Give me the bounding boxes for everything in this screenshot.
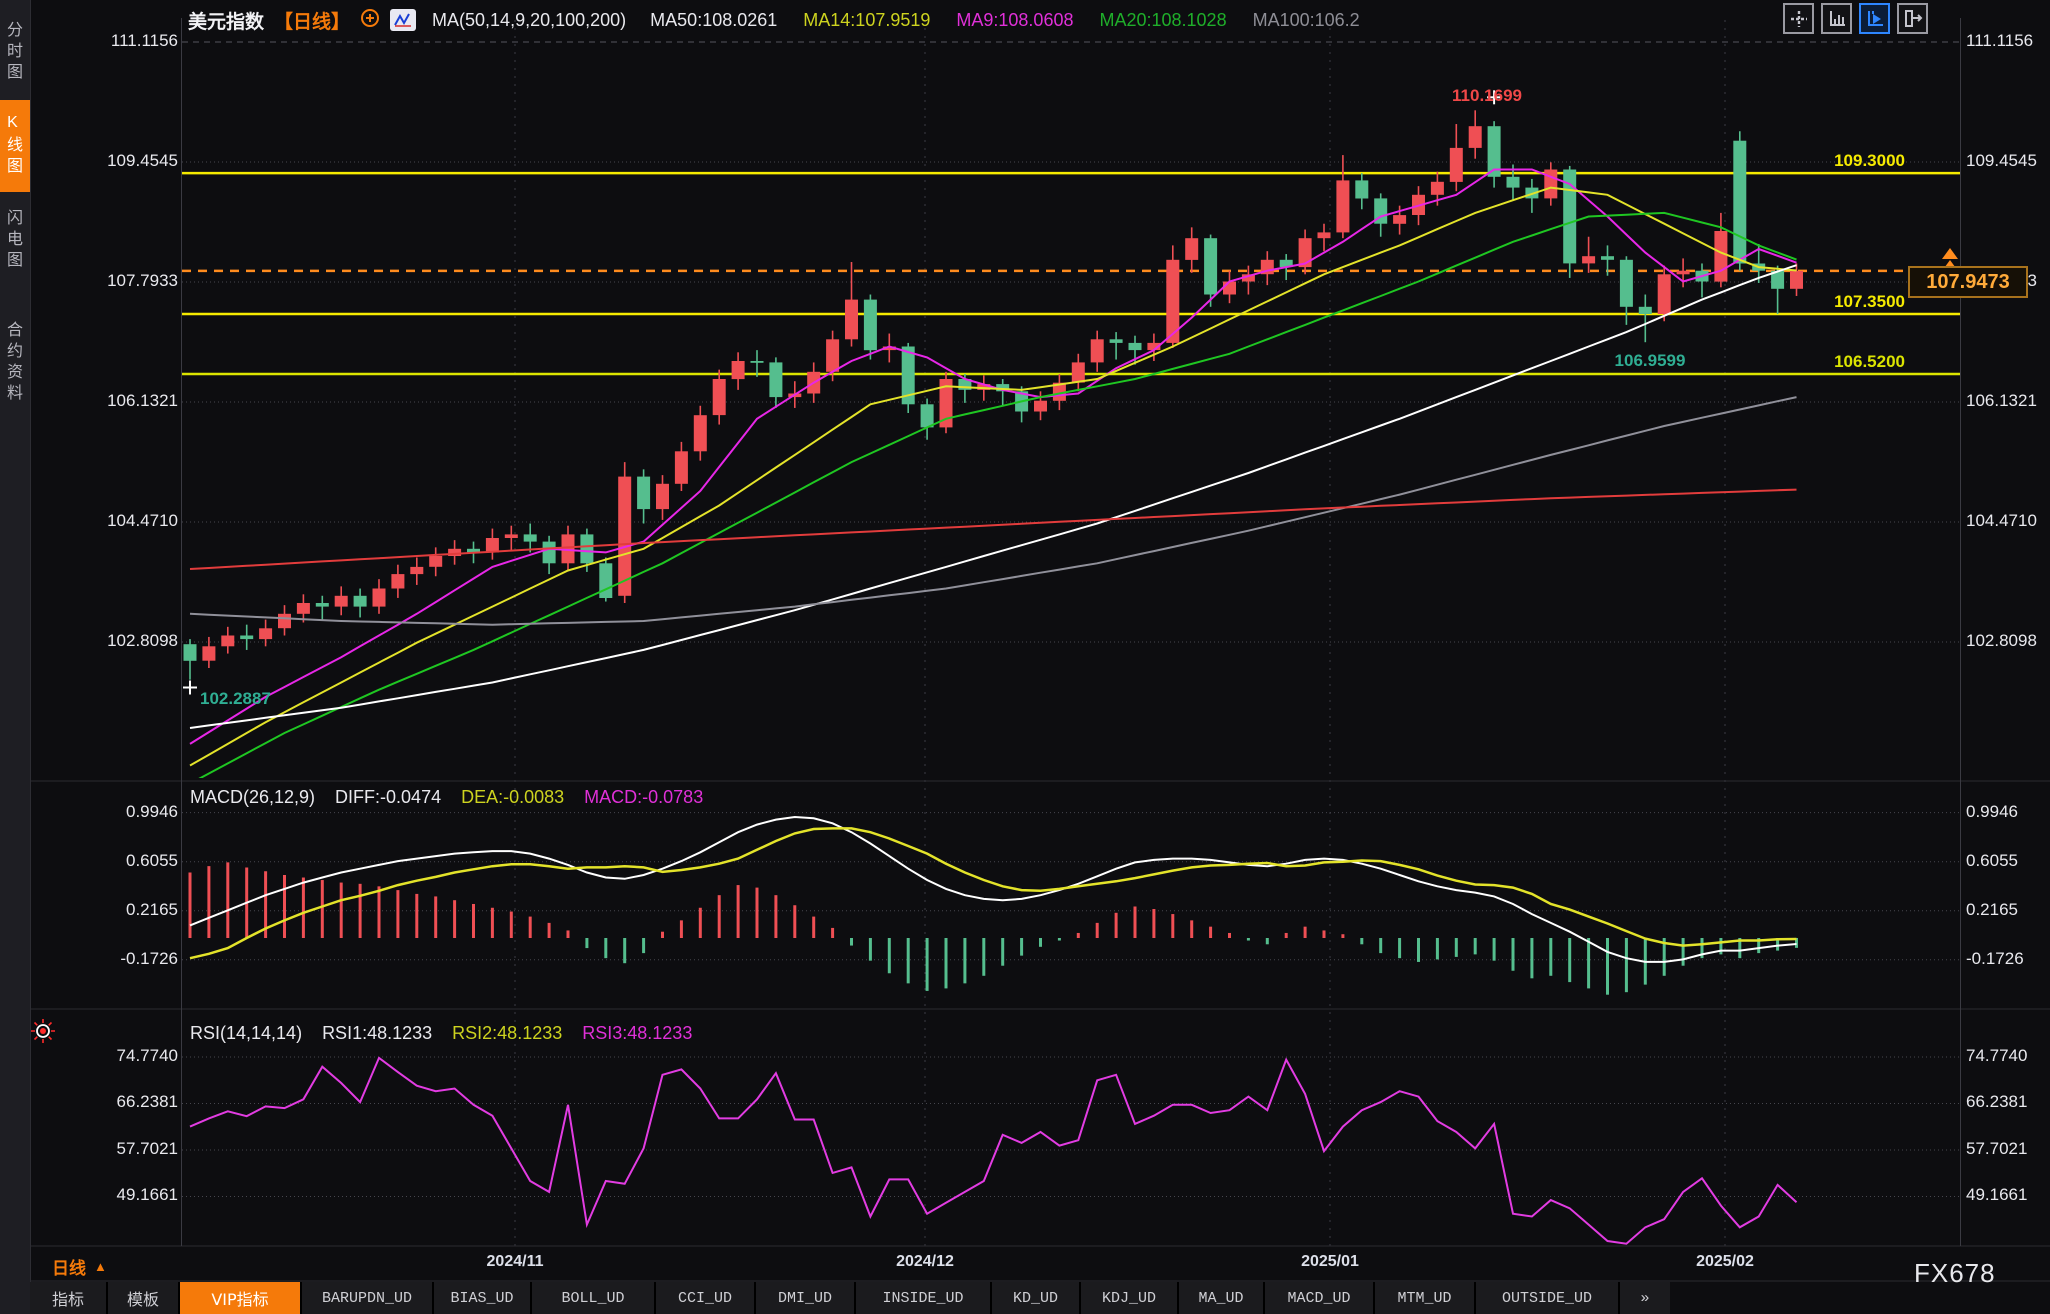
time-axis-month-4: 2025/02	[1696, 1253, 1754, 1271]
sidebar-item-4[interactable]: 合约资料	[0, 296, 30, 430]
ma-value-2: MA14:107.9519	[803, 10, 930, 31]
indicator-tab-7[interactable]: CCI_UD	[656, 1282, 754, 1314]
period-tag[interactable]: 【日线】	[274, 7, 350, 34]
alert-sun-icon[interactable]	[30, 1018, 56, 1049]
macd-axis-label-left: 0.2165	[30, 900, 178, 920]
indicator-tab-14[interactable]: MTM_UD	[1375, 1282, 1474, 1314]
ma-value-3: MA9:108.0608	[956, 10, 1073, 31]
macd-axis-label-left: 0.9946	[30, 802, 178, 822]
rsi3-value: RSI3:48.1233	[582, 1023, 692, 1044]
chart-toolbar	[1783, 3, 1928, 34]
current-price-tag: 107.9473	[1908, 266, 2028, 298]
indicator-tab-2[interactable]: 模板	[108, 1282, 178, 1314]
main-axis-label-right: 111.1156	[1966, 31, 2033, 51]
indicator-tab-5[interactable]: BIAS_UD	[434, 1282, 530, 1314]
time-axis-month-2: 2024/12	[896, 1253, 954, 1271]
main-axis-label-left: 109.4545	[30, 151, 178, 171]
main-axis-label-left: 106.1321	[30, 391, 178, 411]
macd-axis-label-left: -0.1726	[30, 949, 178, 969]
indicator-tab-bar: 指标模板VIP指标BARUPDN_UDBIAS_UDBOLL_UDCCI_UDD…	[30, 1282, 1670, 1314]
price-annotation-1: 110.1699	[1452, 86, 1522, 106]
rsi-title: RSI(14,14,14)	[190, 1023, 302, 1044]
rsi-axis-label-right: 57.7021	[1966, 1139, 2027, 1159]
main-axis-label-left: 111.1156	[30, 31, 178, 51]
axis-scale-icon[interactable]	[1821, 3, 1852, 34]
crosshair-move-icon[interactable]	[1783, 3, 1814, 34]
chart-type-icon[interactable]	[390, 9, 416, 31]
period-badge[interactable]: 日线 ▲	[52, 1254, 107, 1279]
macd-axis-label-right: 0.6055	[1966, 851, 2018, 871]
ma-value-1: MA50:108.0261	[650, 10, 777, 31]
exit-right-icon[interactable]	[1897, 3, 1928, 34]
indicator-tab-6[interactable]: BOLL_UD	[532, 1282, 654, 1314]
macd-header: MACD(26,12,9) DIFF:-0.0474 DEA:-0.0083 M…	[190, 787, 703, 808]
indicator-tab-4[interactable]: BARUPDN_UD	[302, 1282, 432, 1314]
rsi-axis-label-right: 74.7740	[1966, 1046, 2027, 1066]
rsi2-value: RSI2:48.1233	[452, 1023, 562, 1044]
sidebar-item-2[interactable]: K线图	[0, 100, 30, 192]
chart-header: 美元指数 【日线】 MA(50,14,9,20,100,200) MA50:10…	[188, 7, 1360, 33]
macd-axis-label-right: -0.1726	[1966, 949, 2024, 969]
left-sidebar: 分时图K线图闪电图合约资料	[0, 0, 31, 1314]
macd-value: MACD:-0.0783	[584, 787, 703, 808]
main-axis-label-right: 106.1321	[1966, 391, 2037, 411]
time-axis-month-3: 2025/01	[1301, 1253, 1359, 1271]
add-indicator-icon[interactable]	[360, 8, 380, 33]
main-axis-label-right: 102.8098	[1966, 631, 2037, 651]
main-axis-label-right: 104.4710	[1966, 511, 2037, 531]
rsi1-value: RSI1:48.1233	[322, 1023, 432, 1044]
indicator-tab-13[interactable]: MACD_UD	[1265, 1282, 1373, 1314]
time-axis-month-1: 2024/11	[487, 1253, 544, 1271]
main-axis-label-left: 107.7933	[30, 271, 178, 291]
macd-axis-label-right: 0.2165	[1966, 900, 2018, 920]
symbol-name: 美元指数	[188, 7, 264, 34]
rsi-axis-label-right: 66.2381	[1966, 1092, 2027, 1112]
rsi-axis-label-left: 49.1661	[30, 1185, 178, 1205]
main-axis-label-left: 104.4710	[30, 511, 178, 531]
macd-axis-label-right: 0.9946	[1966, 802, 2018, 822]
indicator-tab-15[interactable]: OUTSIDE_UD	[1476, 1282, 1618, 1314]
triangle-up-icon: ▲	[94, 1259, 107, 1274]
trading-app-window: 分时图K线图闪电图合约资料 美元指数 【日线】 MA(50,14,9,20,10…	[0, 0, 2050, 1314]
main-axis-label-right: 109.4545	[1966, 151, 2037, 171]
indicator-tab-3[interactable]: VIP指标	[180, 1282, 300, 1314]
macd-axis-label-left: 0.6055	[30, 851, 178, 871]
sidebar-item-1[interactable]: 分时图	[0, 6, 30, 98]
rsi-axis-label-left: 74.7740	[30, 1046, 178, 1066]
price-annotation-3: 106.9599	[1615, 351, 1686, 371]
rsi-axis-label-left: 66.2381	[30, 1092, 178, 1112]
indicator-tab-11[interactable]: KDJ_UD	[1081, 1282, 1177, 1314]
ma-settings: MA(50,14,9,20,100,200)	[432, 10, 626, 31]
macd-dea-value: DEA:-0.0083	[461, 787, 564, 808]
indicator-tab-10[interactable]: KD_UD	[992, 1282, 1079, 1314]
indicator-tab-12[interactable]: MA_UD	[1179, 1282, 1263, 1314]
rsi-axis-label-left: 57.7021	[30, 1139, 178, 1159]
indicator-tab-16[interactable]: »	[1620, 1282, 1670, 1314]
price-line-label-2: 107.3500	[1705, 292, 1905, 312]
price-annotation-2: 102.2887	[200, 689, 271, 709]
axis-play-icon[interactable]	[1859, 3, 1890, 34]
price-line-label-3: 106.5200	[1705, 352, 1905, 372]
rsi-header: RSI(14,14,14) RSI1:48.1233 RSI2:48.1233 …	[190, 1023, 692, 1044]
indicator-tab-8[interactable]: DMI_UD	[756, 1282, 854, 1314]
main-axis-label-left: 102.8098	[30, 631, 178, 651]
watermark: FX678	[1914, 1258, 1996, 1289]
ma-values: MA50:108.0261 MA14:107.9519 MA9:108.0608 MA…	[650, 10, 1360, 31]
period-badge-label: 日线	[52, 1254, 86, 1279]
ma-value-5: MA100:106.2	[1253, 10, 1360, 31]
indicator-tab-1[interactable]: 指标	[30, 1282, 106, 1314]
macd-title: MACD(26,12,9)	[190, 787, 315, 808]
rsi-axis-label-right: 49.1661	[1966, 1185, 2027, 1205]
sidebar-item-3[interactable]: 闪电图	[0, 194, 30, 286]
price-line-label-1: 109.3000	[1705, 151, 1905, 171]
chart-canvas[interactable]	[0, 0, 2050, 1314]
macd-diff-value: DIFF:-0.0474	[335, 787, 441, 808]
ma-value-4: MA20:108.1028	[1099, 10, 1226, 31]
indicator-tab-9[interactable]: INSIDE_UD	[856, 1282, 990, 1314]
